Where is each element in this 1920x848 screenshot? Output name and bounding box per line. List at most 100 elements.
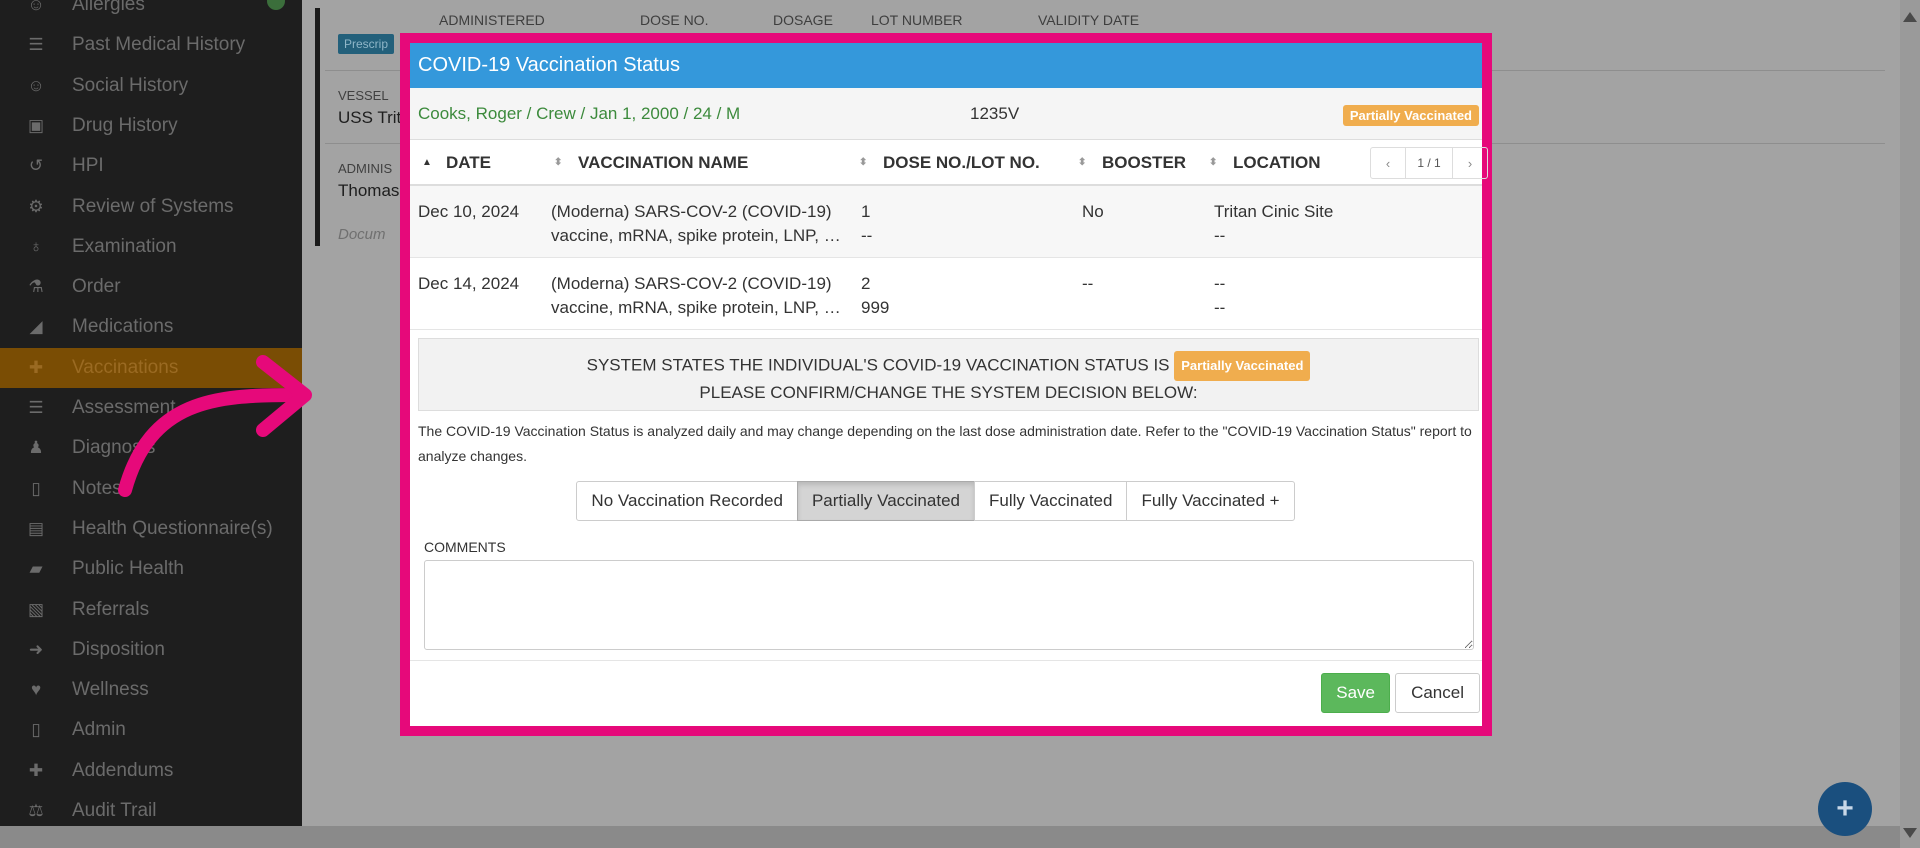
- sidebar-item-public-health[interactable]: ▰ Public Health: [0, 549, 302, 589]
- bg-vessel-label: VESSEL: [338, 88, 389, 103]
- sidebar-item-drug-history[interactable]: ▣ Drug History: [0, 106, 302, 146]
- history-list-icon: ☰: [28, 35, 44, 55]
- option-fully-vaccinated-button[interactable]: Fully Vaccinated: [973, 481, 1128, 521]
- column-booster[interactable]: ⬍ BOOSTER: [1078, 153, 1186, 173]
- vaccination-status-modal: COVID-19 Vaccination Status Cooks, Roger…: [400, 33, 1492, 736]
- sidebar-item-label: Addendums: [72, 759, 174, 781]
- sidebar-item-review-of-systems[interactable]: ⚙ Review of Systems: [0, 187, 302, 227]
- cell-booster: No: [1082, 202, 1104, 221]
- flask-icon: ⚗: [28, 277, 44, 297]
- next-page-button[interactable]: ›: [1453, 148, 1487, 178]
- bg-document-text: Docum: [338, 226, 386, 243]
- history-icon: ↺: [28, 156, 44, 176]
- modal-title: COVID-19 Vaccination Status: [410, 43, 1482, 88]
- cell-vaccination-name: (Moderna) SARS-COV-2 (COVID-19) vaccine, …: [551, 274, 841, 317]
- bg-header-administered: ADMINISTERED: [439, 12, 545, 28]
- sidebar-item-label: Referrals: [72, 598, 150, 620]
- cancel-button[interactable]: Cancel: [1395, 673, 1480, 713]
- patient-code: 1235V: [970, 104, 1020, 123]
- sign-out-icon: ➜: [28, 639, 44, 659]
- stethoscope-icon: ♁: [29, 236, 43, 256]
- sidebar-item-label: Wellness: [72, 679, 149, 701]
- vaccination-icon: ✚: [28, 357, 44, 377]
- sidebar-item-medications[interactable]: ◢ Medications: [0, 307, 302, 347]
- sidebar-item-order[interactable]: ⚗ Order: [0, 267, 302, 307]
- previous-page-button[interactable]: ‹: [1371, 148, 1405, 178]
- system-status-badge: Partially Vaccinated: [1174, 351, 1311, 381]
- gear-icon: ⚙: [28, 196, 44, 216]
- allergies-icon: ☺: [27, 0, 45, 14]
- vaccination-table-header: ▲ DATE ⬍ VACCINATION NAME ⬍ DOSE NO./LOT NO…: [410, 140, 1488, 186]
- audit-icon: ⚖: [28, 801, 44, 820]
- column-date[interactable]: ▲ DATE: [422, 153, 491, 173]
- bg-header-dosage: DOSAGE: [773, 12, 833, 28]
- sort-icon: ⬍: [859, 157, 868, 168]
- system-statement: SYSTEM STATES THE INDIVIDUAL'S COVID-19 …: [586, 355, 1170, 375]
- sidebar-item-label: Drug History: [72, 114, 178, 136]
- sidebar-item-examination[interactable]: ♁ Examination: [0, 227, 302, 267]
- modal-footer: Save Cancel: [410, 660, 1482, 726]
- briefcase-icon: ▣: [27, 115, 45, 135]
- sidebar-item-label: Past Medical History: [72, 34, 246, 56]
- sidebar-item-label: HPI: [72, 155, 104, 177]
- scroll-up-arrow-icon[interactable]: [1903, 12, 1917, 22]
- cell-date: Dec 14, 2024: [418, 274, 520, 293]
- plus-icon: ✚: [28, 760, 44, 780]
- sidebar-item-label: Allergies: [72, 0, 145, 15]
- sidebar-item-addendums[interactable]: ✚ Addendums: [0, 751, 302, 791]
- sidebar-item-label: Social History: [72, 74, 189, 96]
- bg-header-lot-number: LOT NUMBER: [871, 12, 963, 28]
- sidebar-item-health-questionnaire-s[interactable]: ▤ Health Questionnaire(s): [0, 509, 302, 549]
- sidebar-item-hpi[interactable]: ↺ HPI: [0, 146, 302, 186]
- sidebar-item-label: Disposition: [72, 638, 165, 660]
- sidebar-item-referrals[interactable]: ▧ Referrals: [0, 590, 302, 630]
- heartbeat-icon: ♥: [30, 680, 42, 700]
- sidebar-item-social-history[interactable]: ☺ Social History: [0, 66, 302, 106]
- sidebar-item-label: Audit Trail: [72, 800, 157, 821]
- sidebar-item-past-medical-history[interactable]: ☰ Past Medical History: [0, 25, 302, 65]
- bg-prescription-tag: Prescrip: [338, 34, 395, 54]
- ambulance-icon: ▰: [29, 559, 43, 579]
- table-pager: ‹ 1 / 1 ›: [1370, 147, 1488, 179]
- add-fab-button[interactable]: +: [1818, 782, 1872, 836]
- sidebar-item-label: Admin: [72, 719, 126, 741]
- system-decision-box: SYSTEM STATES THE INDIVIDUAL'S COVID-19 …: [418, 338, 1479, 411]
- clipboard-icon: ▤: [27, 518, 45, 538]
- file-icon: ▯: [31, 720, 41, 740]
- sidebar-item-label: Order: [72, 276, 121, 298]
- file-icon: ▯: [31, 478, 41, 498]
- cell-dose-lot: 2 999: [861, 274, 890, 317]
- status-option-group: No Vaccination Recorded Partially Vaccin…: [390, 481, 1482, 521]
- sort-icon: ⬍: [554, 157, 563, 168]
- option-partially-vaccinated-button[interactable]: Partially Vaccinated: [796, 481, 975, 521]
- sidebar-item-admin[interactable]: ▯ Admin: [0, 710, 302, 750]
- sort-ascending-icon: ▲: [422, 157, 432, 168]
- sidebar-item-audit-trail[interactable]: ⚖ Audit Trail: [0, 791, 302, 831]
- column-dose-lot[interactable]: ⬍ DOSE NO./LOT NO.: [859, 153, 1040, 173]
- bg-vessel-value: USS Trit: [338, 108, 402, 127]
- bg-admin-label: ADMINIS: [338, 161, 393, 176]
- table-row[interactable]: Dec 10, 2024 (Moderna) SARS-COV-2 (COVID…: [410, 186, 1482, 258]
- cell-vaccination-name: (Moderna) SARS-COV-2 (COVID-19) vaccine, …: [551, 202, 841, 245]
- option-no-vaccination-button[interactable]: No Vaccination Recorded: [576, 481, 798, 521]
- cell-location: Tritan Cinic Site --: [1214, 202, 1334, 245]
- sidebar-item-disposition[interactable]: ➜ Disposition: [0, 630, 302, 670]
- bg-header-dose-no: DOSE NO.: [640, 12, 709, 28]
- option-fully-vaccinated-plus-button[interactable]: Fully Vaccinated +: [1126, 481, 1295, 521]
- referral-icon: ▧: [27, 599, 45, 619]
- save-button[interactable]: Save: [1321, 673, 1390, 713]
- analysis-note: The COVID-19 Vaccination Status is analy…: [418, 423, 1472, 464]
- table-row[interactable]: Dec 14, 2024 (Moderna) SARS-COV-2 (COVID…: [410, 258, 1482, 330]
- comments-textarea[interactable]: [424, 560, 1474, 650]
- column-location[interactable]: ⬍ LOCATION: [1209, 153, 1321, 173]
- sidebar-item-allergies[interactable]: ☺ Allergies: [0, 0, 302, 25]
- horizontal-scrollbar[interactable]: [0, 826, 1900, 848]
- sidebar-item-wellness[interactable]: ♥ Wellness: [0, 670, 302, 710]
- bg-header-validity-date: VALIDITY DATE: [1038, 12, 1140, 28]
- page-scrollbar[interactable]: [1900, 0, 1920, 848]
- patient-info-bar: Cooks, Roger / Crew / Jan 1, 2000 / 24 /…: [410, 88, 1482, 140]
- column-vaccination-name[interactable]: ⬍ VACCINATION NAME: [554, 153, 748, 173]
- cell-dose-lot: 1 --: [861, 202, 873, 245]
- checklist-icon: ☰: [28, 398, 44, 417]
- scroll-down-arrow-icon[interactable]: [1903, 828, 1917, 838]
